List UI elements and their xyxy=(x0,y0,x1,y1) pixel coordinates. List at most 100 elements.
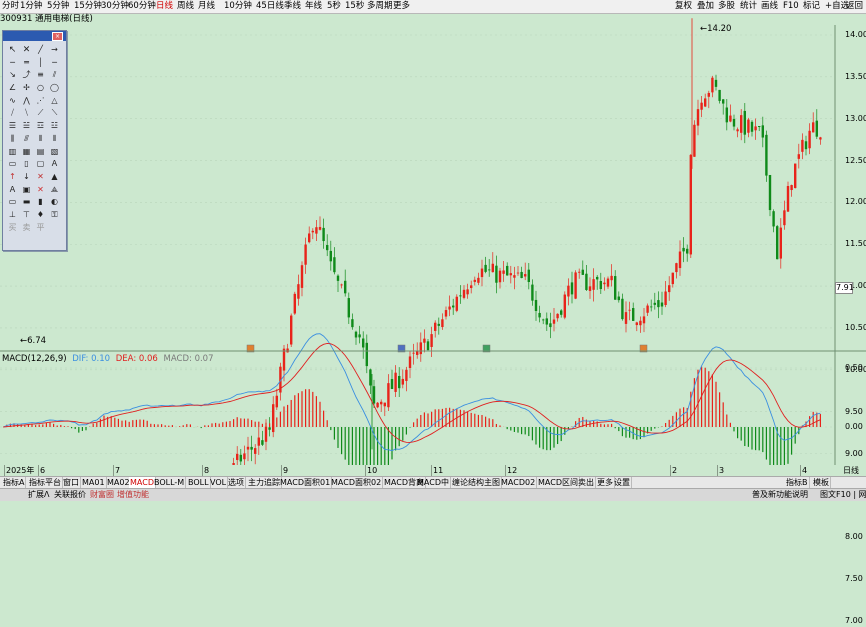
cycle-tool-icon[interactable]: ⫼ xyxy=(6,133,19,145)
toolbar-button-3[interactable]: 统计 xyxy=(740,0,757,13)
star-tool-icon[interactable]: ✕ xyxy=(34,171,47,183)
candle-body xyxy=(282,348,286,371)
box-tool-icon[interactable]: ▭ xyxy=(6,158,19,170)
date-tick-2: 7 xyxy=(113,465,121,476)
pointer-tool-icon[interactable]: ↖ xyxy=(6,44,19,56)
period-tab-7[interactable]: 周线 xyxy=(177,0,194,13)
flag-tool-icon[interactable]: ⊥ xyxy=(6,209,19,221)
candle-body xyxy=(347,298,350,318)
status-right-0[interactable]: 普及新功能说明 xyxy=(752,489,808,501)
flag2-tool-icon[interactable]: ⊤ xyxy=(20,209,33,221)
bars2-tool-icon[interactable]: ▦ xyxy=(20,146,33,158)
candle-body xyxy=(401,378,404,385)
parallel-tool-icon[interactable]: ═ xyxy=(20,57,33,69)
lock-tool-icon[interactable]: ⚿ xyxy=(48,209,61,221)
status-link-1[interactable]: 关联报价 xyxy=(54,489,86,501)
box2-tool-icon[interactable]: ▯ xyxy=(20,158,33,170)
toolbar-button-1[interactable]: 叠加 xyxy=(697,0,714,13)
period-tab-8[interactable]: 月线 xyxy=(198,0,215,13)
signal-tool-icon[interactable]: ♦ xyxy=(34,209,47,221)
horizontal-tool-icon[interactable]: ─ xyxy=(48,57,61,69)
sell-tool-icon[interactable]: 卖 xyxy=(20,222,33,234)
toolbar-button-2[interactable]: 多股 xyxy=(718,0,735,13)
palette-close-icon[interactable]: × xyxy=(52,32,63,41)
toolbar-button-8[interactable]: 返回 xyxy=(846,0,863,13)
toolbar-button-4[interactable]: 画线 xyxy=(761,0,778,13)
line-tool-icon[interactable]: ╱ xyxy=(34,44,47,56)
period-tab-0[interactable]: 分时 xyxy=(2,0,19,13)
toolbar-button-5[interactable]: F10 xyxy=(783,0,799,13)
rect3-tool-icon[interactable]: ▮ xyxy=(34,196,47,208)
mountain-tool-icon[interactable]: ⟁ xyxy=(48,184,61,196)
level2-tool-icon[interactable]: ☱ xyxy=(20,120,33,132)
period-tab-16[interactable]: 更多 xyxy=(393,0,410,13)
ray-tool-icon[interactable]: → xyxy=(48,44,61,56)
cycle4-tool-icon[interactable]: ⫴ xyxy=(48,133,61,145)
candle-body xyxy=(628,309,631,311)
candle-body xyxy=(502,270,505,274)
status-link-3[interactable]: 增值功能 xyxy=(117,489,149,501)
period-tab-13[interactable]: 5秒 xyxy=(327,0,341,13)
level3-tool-icon[interactable]: ☲ xyxy=(34,120,47,132)
bars3-tool-icon[interactable]: ▤ xyxy=(34,146,47,158)
gann2-tool-icon[interactable]: ⧹ xyxy=(20,107,33,119)
cycle2-tool-icon[interactable]: ⫻ xyxy=(20,133,33,145)
period-tab-10[interactable]: 45日线 xyxy=(256,0,284,13)
period-tab-5[interactable]: 60分钟 xyxy=(128,0,156,13)
period-tab-11[interactable]: 季线 xyxy=(284,0,301,13)
triangle-tool-icon[interactable]: △ xyxy=(48,95,61,107)
bars-tool-icon[interactable]: ▥ xyxy=(6,146,19,158)
hide-tool-icon[interactable]: ◐ xyxy=(48,196,61,208)
period-tab-15[interactable]: 多周期 xyxy=(367,0,393,13)
ellipse-tool-icon[interactable]: ◯ xyxy=(48,82,61,94)
box3-tool-icon[interactable]: ▢ xyxy=(34,158,47,170)
period-tab-1[interactable]: 1分钟 xyxy=(20,0,42,13)
channel-tool-icon[interactable]: ⫽ xyxy=(48,69,61,81)
toolbar-button-0[interactable]: 复权 xyxy=(675,0,692,13)
period-tab-9[interactable]: 10分钟 xyxy=(224,0,252,13)
up-arrow-tool-icon[interactable]: ↑ xyxy=(6,171,19,183)
period-tab-2[interactable]: 5分钟 xyxy=(47,0,69,13)
wave-tool-icon[interactable]: ∿ xyxy=(6,95,19,107)
arrow-tool-icon[interactable]: ↘ xyxy=(6,69,19,81)
chart-canvas[interactable] xyxy=(0,0,866,500)
cycle3-tool-icon[interactable]: ⦀ xyxy=(34,133,47,145)
period-tab-12[interactable]: 年线 xyxy=(305,0,322,13)
circle-tool-icon[interactable]: ○ xyxy=(34,82,47,94)
font-tool-icon[interactable]: Ａ xyxy=(6,184,19,196)
text-tool-icon[interactable]: Ａ xyxy=(48,158,61,170)
period-tab-6[interactable]: 日线 xyxy=(156,0,173,13)
down-arrow-tool-icon[interactable]: ↓ xyxy=(20,171,33,183)
period-tab-4[interactable]: 30分钟 xyxy=(101,0,129,13)
delete-tool-icon[interactable]: ✕ xyxy=(34,184,47,196)
flat-tool-icon[interactable]: 平 xyxy=(34,222,47,234)
note-tool-icon[interactable]: ▲ xyxy=(48,171,61,183)
angle-tool-icon[interactable]: ∠ xyxy=(6,82,19,94)
status-link-2[interactable]: 财富圈 xyxy=(90,489,114,501)
cross-tool-icon[interactable]: ✢ xyxy=(20,82,33,94)
bars4-tool-icon[interactable]: ▧ xyxy=(48,146,61,158)
period-tab-14[interactable]: 15秒 xyxy=(345,0,364,13)
fan-tool-icon[interactable]: ⋰ xyxy=(34,95,47,107)
candle-body xyxy=(700,102,703,110)
gann-tool-icon[interactable]: ⧸ xyxy=(6,107,19,119)
rect2-tool-icon[interactable]: ▬ xyxy=(20,196,33,208)
trend-tool-icon[interactable]: ⤴ xyxy=(20,69,33,81)
buy-tool-icon[interactable]: 买 xyxy=(6,222,19,234)
segment-tool-icon[interactable]: ─ xyxy=(6,57,19,69)
vertical-tool-icon[interactable]: │ xyxy=(34,57,47,69)
status-right-1[interactable]: 图文F10 | 网站栏 xyxy=(820,489,866,501)
status-link-0[interactable]: 扩展Λ xyxy=(28,489,49,501)
rect-tool-icon[interactable]: ▭ xyxy=(6,196,19,208)
toolbar-button-6[interactable]: 标记 xyxy=(803,0,820,13)
period-tab-3[interactable]: 15分钟 xyxy=(74,0,102,13)
pitch-tool-icon[interactable]: ⟍ xyxy=(48,107,61,119)
candle-body xyxy=(329,250,332,262)
speed-tool-icon[interactable]: ⟋ xyxy=(34,107,47,119)
close-tool-icon[interactable]: ✕ xyxy=(20,44,33,56)
select-tool-icon[interactable]: ▣ xyxy=(20,184,33,196)
fib-tool-icon[interactable]: ≡ xyxy=(34,69,47,81)
level-tool-icon[interactable]: ☰ xyxy=(6,120,19,132)
zigzag-tool-icon[interactable]: ⋀ xyxy=(20,95,33,107)
level4-tool-icon[interactable]: ☳ xyxy=(48,120,61,132)
